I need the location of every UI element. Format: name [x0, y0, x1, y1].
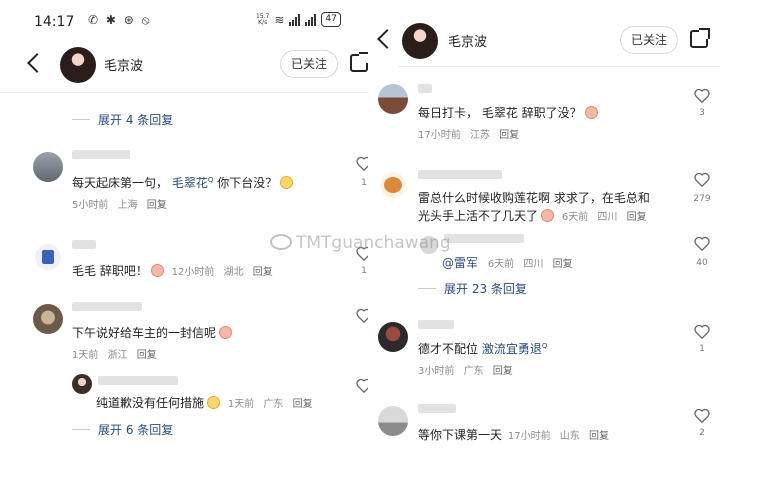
- mention-link[interactable]: @雷军: [442, 256, 478, 270]
- emoji-icon: [150, 264, 164, 277]
- emoji-icon: [584, 106, 598, 119]
- user-avatar[interactable]: [378, 322, 408, 352]
- search-icon: Q: [541, 342, 548, 350]
- back-arrow-icon[interactable]: [27, 53, 47, 73]
- following-button[interactable]: 已关注: [620, 26, 679, 54]
- profile-avatar[interactable]: [60, 47, 96, 83]
- user-avatar[interactable]: [33, 304, 63, 334]
- expand-replies[interactable]: 展开 23 条回复: [418, 280, 527, 297]
- username-blurred[interactable]: [418, 404, 456, 413]
- profile-name: 毛京波: [448, 35, 488, 50]
- reply-button[interactable]: 回复: [589, 431, 609, 442]
- status-bar: 14:17 ✆ ✱ ⊛ ⦸ 15.7 K/s ≋ 47: [0, 0, 372, 44]
- like-count: 40: [696, 258, 708, 268]
- status-right-group: 15.7 K/s ≋ 47: [256, 12, 341, 27]
- like-heart-icon[interactable]: [694, 88, 710, 103]
- emoji-icon: [207, 396, 221, 409]
- status-time: 14:17: [34, 14, 75, 30]
- profile-header: 毛京波 已关注: [368, 20, 760, 66]
- net-speed: 15.7 K/s: [256, 12, 270, 26]
- emoji-icon: [219, 326, 233, 339]
- profile-name: 毛京波: [104, 59, 144, 74]
- user-avatar[interactable]: [33, 152, 63, 182]
- hashtag-link[interactable]: 毛翠花: [172, 176, 208, 190]
- like-heart-icon[interactable]: [694, 408, 710, 423]
- comment-text-line1: 雷总什么时候收购莲花啊 求求了，在毛总和: [418, 191, 650, 205]
- header-divider: [0, 92, 372, 93]
- expand-replies-bottom[interactable]: 展开 6 条回复: [72, 421, 173, 438]
- profile-header: 毛京波 已关注: [0, 44, 372, 90]
- expand-line: [72, 429, 90, 430]
- username-blurred[interactable]: [418, 84, 432, 93]
- book-icon: [42, 250, 54, 264]
- watermark: TMTguanchawang: [270, 233, 451, 253]
- username-blurred[interactable]: [98, 376, 178, 385]
- comment-meta: 1天前 浙江 回复: [72, 350, 157, 361]
- username-blurred[interactable]: [418, 170, 502, 179]
- share-icon[interactable]: [350, 52, 370, 72]
- reply-button[interactable]: 回复: [493, 366, 513, 377]
- like-count: 2: [699, 428, 705, 438]
- comment-text-line2: 光头手上活不了几天了 6天前 四川 回复: [418, 209, 647, 223]
- expand-line: [72, 119, 90, 120]
- user-avatar[interactable]: [380, 172, 406, 198]
- reply-button[interactable]: 回复: [627, 212, 647, 223]
- like-count: 1: [699, 344, 705, 354]
- header-divider: [398, 66, 720, 67]
- comment-text: 纯道歉没有任何措施 1天前 广东 回复: [96, 396, 313, 410]
- search-icon: Q: [207, 176, 214, 184]
- comment-text: 德才不配位 激流宜勇退Q: [418, 342, 548, 356]
- username-blurred[interactable]: [418, 320, 454, 329]
- user-avatar[interactable]: [378, 406, 408, 436]
- signal-icon-2: [305, 13, 317, 26]
- user-avatar[interactable]: [72, 374, 92, 394]
- emoji-icon: [280, 176, 294, 189]
- profile-avatar[interactable]: [402, 23, 438, 59]
- signal-icon: [289, 13, 301, 26]
- user-avatar[interactable]: [378, 84, 408, 114]
- reply-button[interactable]: 回复: [499, 130, 519, 141]
- expand-line: [418, 288, 436, 289]
- comment-meta: 5小时前 上海 回复: [72, 200, 167, 211]
- battery-icon: 47: [321, 12, 341, 27]
- status-notification-icons: ✆ ✱ ⊛ ⦸: [88, 13, 152, 27]
- comment-meta: 17小时前 江苏 回复: [418, 130, 520, 141]
- reply-button[interactable]: 回复: [147, 200, 167, 211]
- comment-text: @雷军 6天前 四川 回复: [442, 256, 573, 270]
- comment-text: 等你下课第一天 17小时前 山东 回复: [418, 428, 609, 442]
- like-count: 279: [693, 194, 711, 204]
- like-heart-icon[interactable]: [694, 324, 710, 339]
- expand-replies-top[interactable]: 展开 4 条回复: [72, 111, 173, 128]
- username-blurred[interactable]: [72, 240, 96, 249]
- comment-text: 每日打卡， 毛翠花 辞职了没？: [418, 104, 598, 121]
- comment-text: 毛毛 辞职吧！ 12小时前 湖北 回复: [72, 264, 273, 278]
- comment-text: 下午说好给车主的一封信呢: [72, 324, 233, 341]
- weibo-logo-icon: [270, 234, 292, 250]
- reply-button[interactable]: 回复: [293, 399, 313, 410]
- dog-icon: [384, 177, 402, 193]
- username-blurred[interactable]: [444, 234, 524, 243]
- wifi-icon: ≋: [274, 12, 285, 27]
- username-blurred[interactable]: [72, 150, 130, 159]
- like-count: 3: [699, 108, 705, 118]
- like-heart-icon[interactable]: [694, 236, 710, 251]
- reply-button[interactable]: 回复: [137, 350, 157, 361]
- reply-button[interactable]: 回复: [253, 267, 273, 278]
- user-avatar[interactable]: [35, 244, 61, 270]
- username-blurred[interactable]: [72, 302, 142, 311]
- comment-text: 每天起床第一句， 毛翠花Q 你下台没？: [72, 174, 294, 191]
- emoji-icon: [541, 209, 555, 222]
- back-arrow-icon[interactable]: [377, 29, 397, 49]
- share-icon[interactable]: [690, 28, 710, 48]
- reply-button[interactable]: 回复: [553, 259, 573, 270]
- following-button[interactable]: 已关注: [280, 50, 339, 78]
- like-heart-icon[interactable]: [694, 172, 710, 187]
- comment-meta: 3小时前 广东 回复: [418, 366, 513, 377]
- hashtag-link[interactable]: 激流宜勇退: [482, 342, 542, 356]
